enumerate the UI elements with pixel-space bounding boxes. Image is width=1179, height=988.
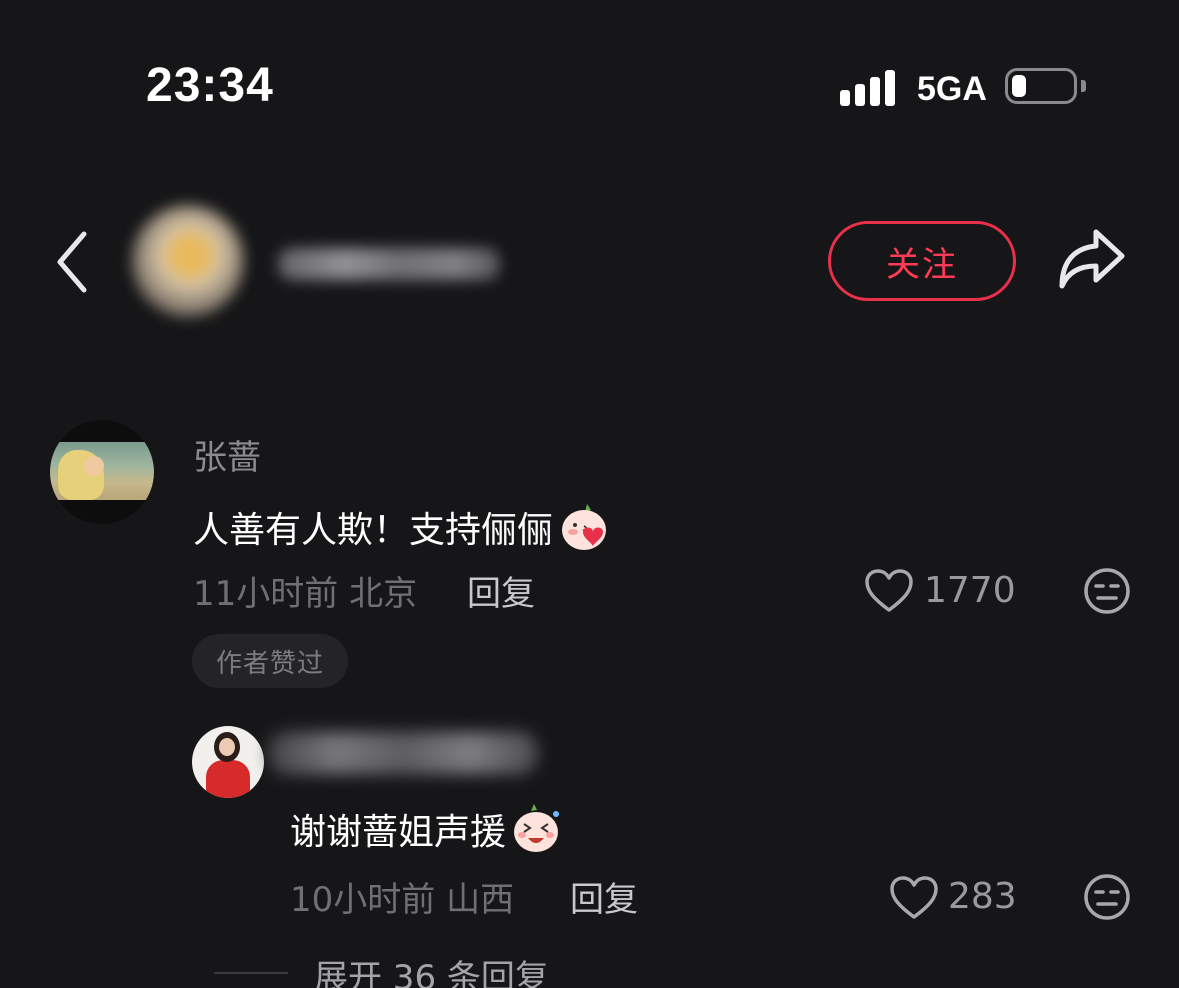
- author-avatar[interactable]: [132, 205, 244, 317]
- replier-name-blurred[interactable]: [268, 732, 538, 774]
- reply-text: 谢谢蔷姐声援: [290, 802, 564, 856]
- meh-face-icon[interactable]: [1083, 873, 1131, 921]
- comment-reply-button[interactable]: 回复: [467, 566, 535, 615]
- commenter-avatar[interactable]: [50, 420, 154, 524]
- reply-like-count: 283: [948, 876, 1017, 917]
- reply-location: 山西: [446, 880, 515, 920]
- meh-face-icon[interactable]: [1083, 567, 1131, 615]
- comment-screen: 23:34 5GA 关注 张蔷 人善有人欺！支持俪俪 11小时前 北京 回复 1…: [0, 0, 1179, 988]
- replier-avatar[interactable]: [192, 726, 264, 798]
- status-time: 23:34: [146, 59, 274, 112]
- battery-icon: [1005, 68, 1077, 104]
- network-label: 5GA: [917, 70, 987, 108]
- share-arrow-icon[interactable]: [1056, 226, 1128, 292]
- blushing-kiss-emoji-icon: [562, 504, 607, 550]
- comment-text-content: 人善有人欺！支持俪俪: [193, 510, 554, 551]
- reply-reply-button[interactable]: 回复: [570, 872, 638, 921]
- expand-divider: [214, 972, 288, 974]
- comment-like-count: 1770: [924, 570, 1016, 611]
- comment-time: 11小时前: [193, 574, 339, 614]
- reply-time: 10小时前: [290, 880, 436, 920]
- chevron-left-icon[interactable]: [52, 230, 92, 294]
- author-name-blurred[interactable]: [278, 248, 500, 280]
- follow-button[interactable]: 关注: [828, 221, 1016, 301]
- commenter-name[interactable]: 张蔷: [193, 430, 261, 479]
- reply-text-content: 谢谢蔷姐声援: [290, 812, 507, 853]
- signal-icon: [840, 70, 900, 106]
- reply-meta: 10小时前 山西: [290, 872, 514, 921]
- comment-location: 北京: [349, 574, 418, 614]
- laughing-emoji-icon: [514, 804, 560, 852]
- battery-tip: [1081, 80, 1086, 92]
- comment-text: 人善有人欺！支持俪俪: [193, 500, 611, 554]
- expand-replies-button[interactable]: 展开 36 条回复: [314, 950, 549, 988]
- heart-icon[interactable]: [889, 875, 939, 921]
- heart-icon[interactable]: [864, 568, 914, 614]
- comment-meta: 11小时前 北京: [193, 566, 417, 615]
- author-liked-badge: 作者赞过: [192, 634, 348, 688]
